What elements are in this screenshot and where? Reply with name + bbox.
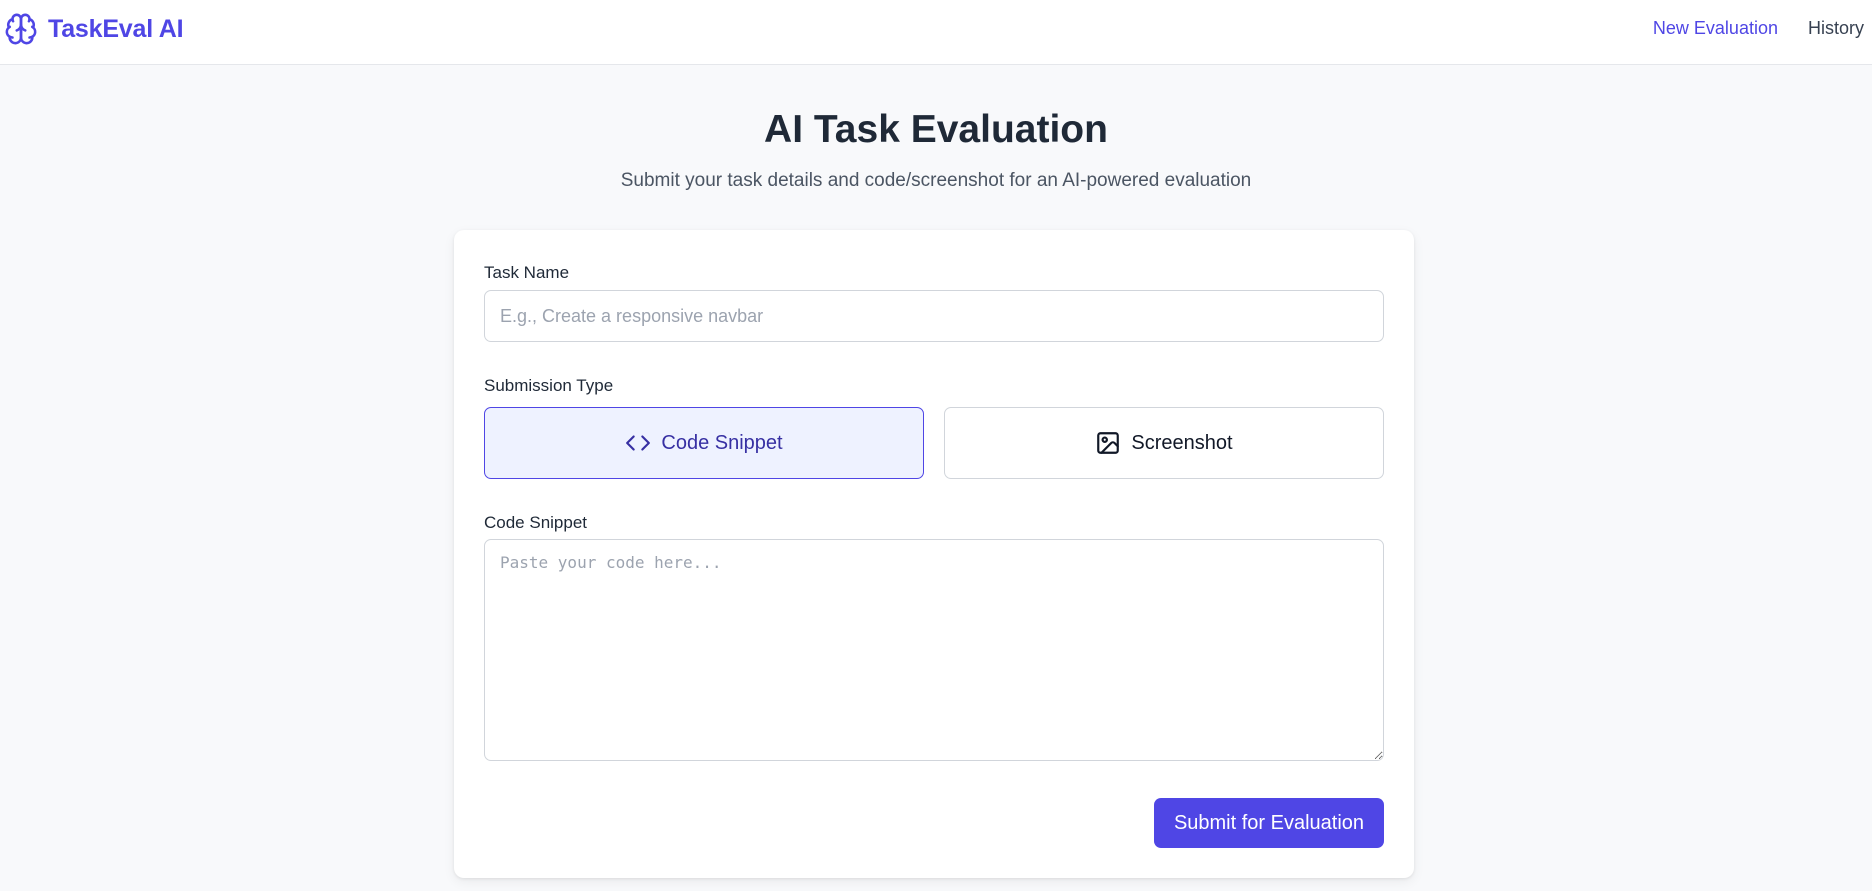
brain-icon	[5, 13, 37, 45]
brand-logo[interactable]: TaskEval AI	[4, 12, 184, 46]
code-icon	[626, 435, 651, 451]
task-name-label: Task Name	[484, 263, 570, 282]
top-navbar: TaskEval AI New Evaluation History	[0, 0, 1872, 65]
code-snippet-option[interactable]: Code Snippet	[484, 407, 924, 479]
code-snippet-label: Code Snippet	[484, 513, 588, 532]
image-icon	[1097, 432, 1120, 454]
nav-links: New Evaluation History	[1653, 18, 1864, 39]
screenshot-option[interactable]: Screenshot	[944, 407, 1384, 479]
submission-type-label: Submission Type	[484, 376, 614, 395]
nav-history[interactable]: History	[1808, 18, 1864, 39]
nav-new-evaluation[interactable]: New Evaluation	[1653, 18, 1778, 39]
task-name-input[interactable]	[484, 290, 1384, 342]
submit-evaluation-button[interactable]: Submit for Evaluation	[1154, 798, 1384, 848]
code-snippet-option-label: Code Snippet	[661, 431, 783, 454]
evaluation-form-card: Task Name Submission Type Code Snippet S…	[454, 230, 1414, 878]
page-title: AI Task Evaluation	[764, 108, 1108, 151]
screenshot-option-label: Screenshot	[1131, 431, 1233, 454]
code-snippet-textarea[interactable]	[484, 539, 1384, 761]
hero-section: AI Task Evaluation Submit your task deta…	[0, 104, 1872, 194]
page-subtitle: Submit your task details and code/screen…	[620, 170, 1252, 191]
brand-name: TaskEval AI	[48, 14, 184, 43]
